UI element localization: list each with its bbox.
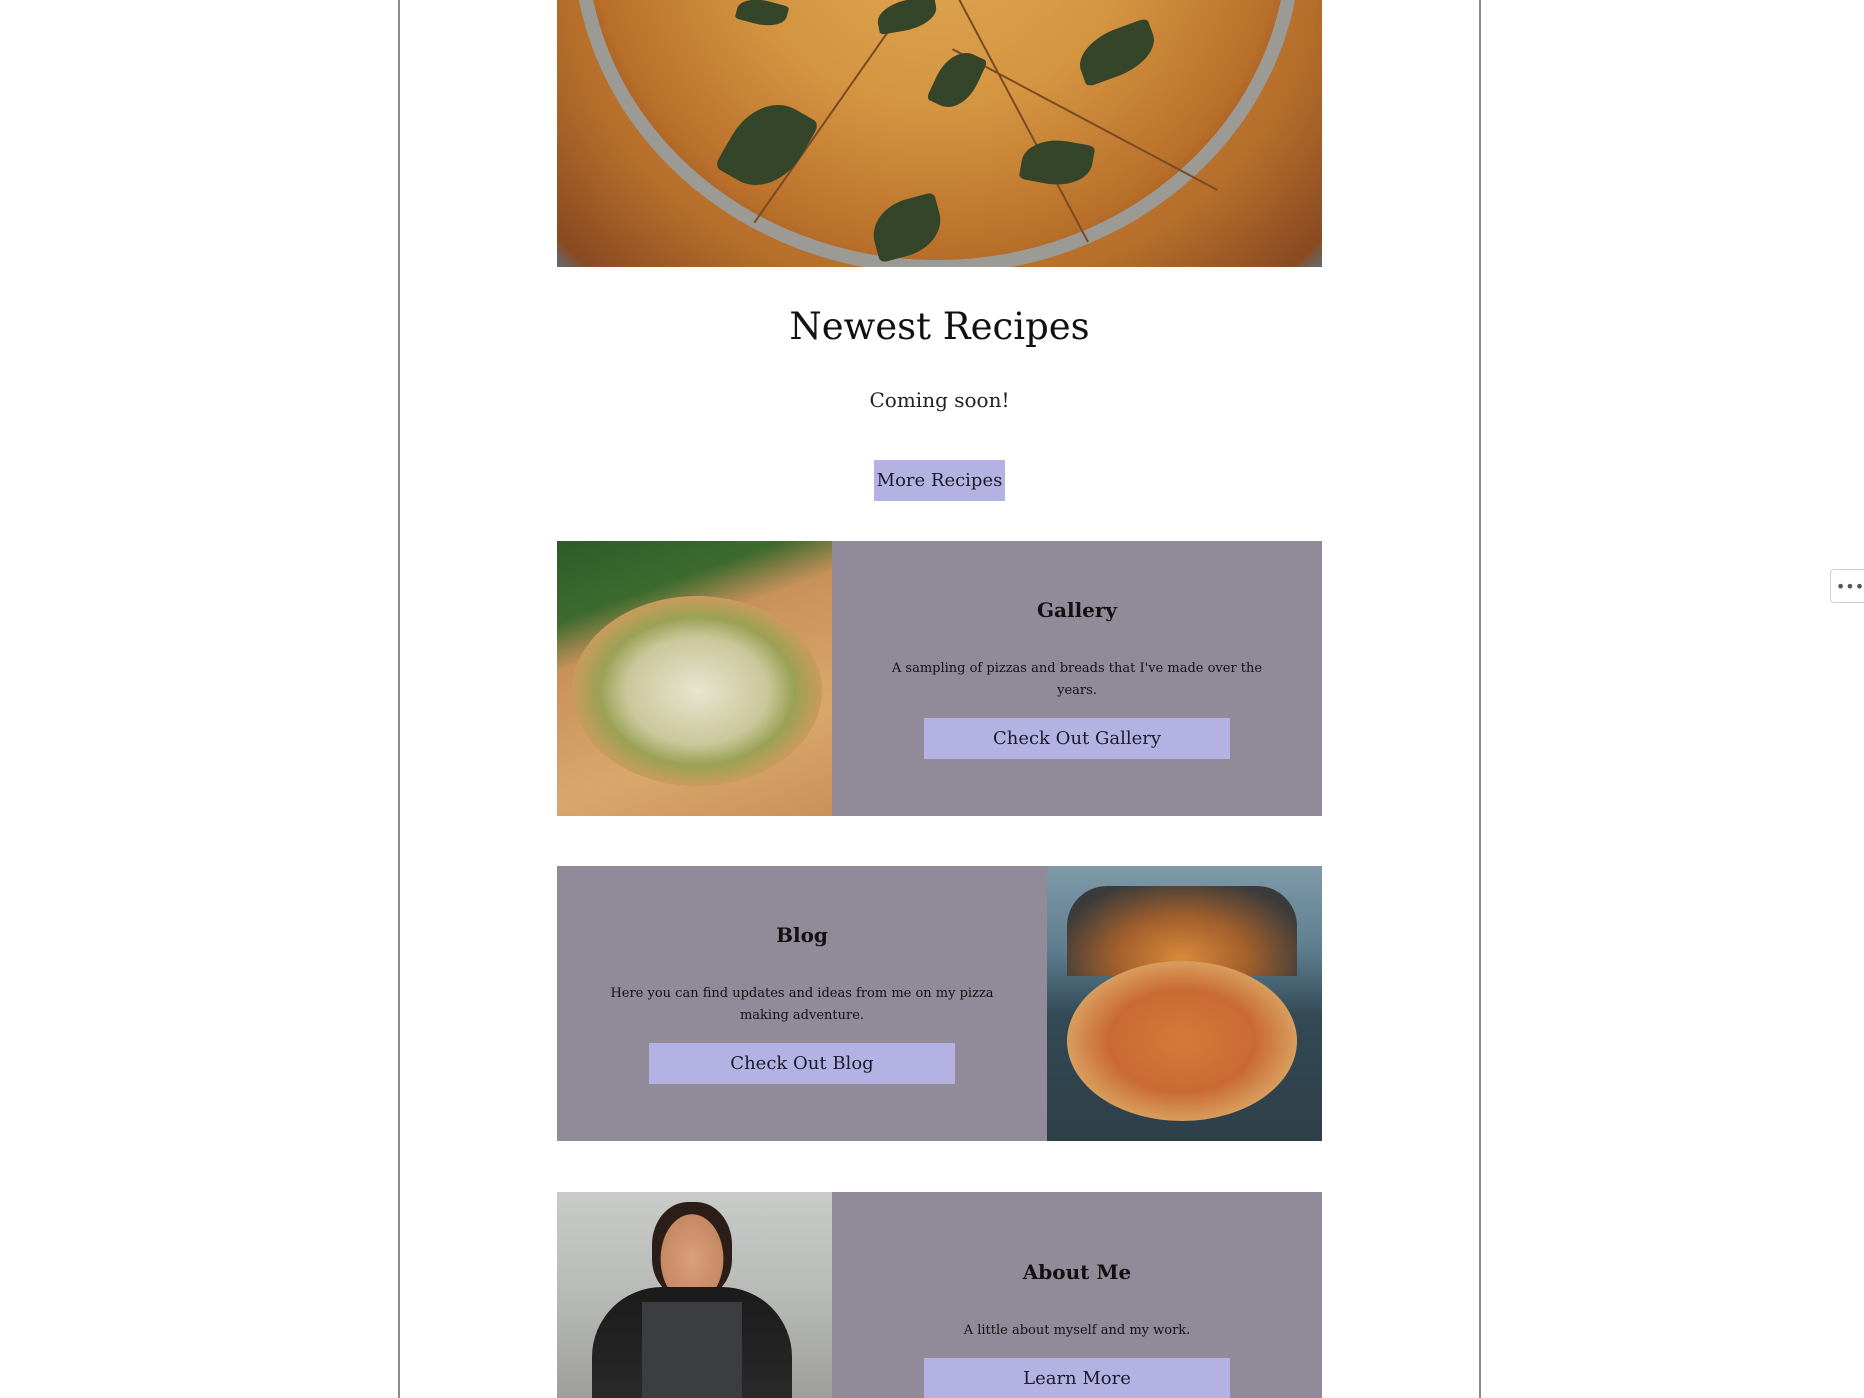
blog-pizza [1067, 961, 1297, 1121]
about-description: A little about myself and my work. [963, 1323, 1191, 1338]
check-out-gallery-button[interactable]: Check Out Gallery [924, 718, 1230, 759]
hero-pizza-image [557, 0, 1322, 267]
gallery-pizza [572, 596, 822, 786]
learn-more-button[interactable]: Learn More [924, 1358, 1230, 1398]
blog-description: Here you can find updates and ideas from… [610, 986, 994, 1023]
gallery-card-text: Gallery A sampling of pizzas and breads … [832, 541, 1322, 816]
about-card-text: About Me A little about myself and my wo… [832, 1192, 1322, 1398]
more-recipes-button[interactable]: More Recipes [874, 460, 1005, 501]
page-frame-right [1479, 0, 1481, 1398]
about-chef-image [557, 1192, 832, 1398]
gallery-description: A sampling of pizzas and breads that I'v… [891, 661, 1263, 698]
chef-apron [642, 1302, 742, 1398]
newest-recipes-subtitle: Coming soon! [869, 388, 1010, 412]
blog-card-text: Blog Here you can find updates and ideas… [557, 866, 1047, 1141]
page-frame-left [398, 0, 400, 1398]
chef-head [652, 1202, 732, 1297]
newest-recipes-title: Newest Recipes [789, 305, 1090, 348]
ellipsis-icon[interactable]: ••• [1830, 569, 1864, 603]
gallery-title: Gallery [1036, 598, 1118, 622]
about-card: About Me A little about myself and my wo… [557, 1192, 1322, 1398]
about-title: About Me [1022, 1260, 1132, 1284]
gallery-pizza-image [557, 541, 832, 816]
blog-card: Blog Here you can find updates and ideas… [557, 866, 1322, 1141]
blog-pizza-oven-image [1047, 866, 1322, 1141]
blog-title: Blog [776, 923, 828, 947]
gallery-card: Gallery A sampling of pizzas and breads … [557, 541, 1322, 816]
check-out-blog-button[interactable]: Check Out Blog [649, 1043, 955, 1084]
